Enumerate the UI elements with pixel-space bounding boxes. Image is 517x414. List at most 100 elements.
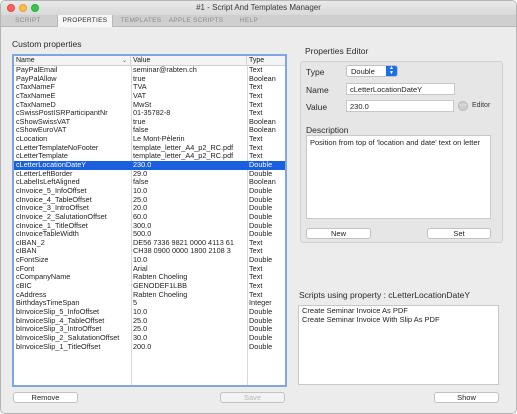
table-row[interactable]: cInvoice_2_SalutationOffset 60.0 Double — [14, 213, 285, 222]
table-cell-value: 500.0 — [133, 230, 152, 239]
table-cell-type: Text — [249, 143, 263, 152]
table-cell-name: bInvoiceSlip_4_TableOffset — [16, 316, 105, 325]
table-row[interactable]: cInvoice_1_TitleOffset 300.0 Double — [14, 222, 285, 231]
value-field[interactable]: 230.0 — [346, 100, 454, 112]
table-cell-type: Text — [249, 152, 263, 161]
table-cell-value: 10.0 — [133, 256, 148, 265]
table-cell-value: 29.0 — [133, 169, 148, 178]
table-row[interactable]: cFontSize 10.0 Double — [14, 256, 285, 265]
table-row[interactable]: PayPalAllow true Boolean — [14, 75, 285, 84]
table-cell-value: GENODEF1LBB — [133, 282, 187, 291]
tab-help[interactable]: HELP — [231, 15, 267, 27]
table-cell-value: MwSt — [133, 100, 152, 109]
table-row[interactable]: cInvoice_4_TableOffset 25.0 Double — [14, 196, 285, 205]
table-row[interactable]: cShowSwissVAT true Boolean — [14, 118, 285, 127]
table-cell-type: Double — [249, 221, 273, 230]
table-cell-value: template_letter_A4_p2_RC.pdf — [133, 152, 234, 161]
table-cell-name: cInvoice_1_TitleOffset — [16, 221, 88, 230]
table-row[interactable]: cSwissPostISRParticipantNr 01-35782-8 Text — [14, 109, 285, 118]
ellipsis-circle-icon[interactable]: ⋯ — [458, 101, 468, 111]
table-cell-name: cInvoice_4_TableOffset — [16, 195, 92, 204]
table-row[interactable]: cCompanyName Rabten Choeling Text — [14, 273, 285, 282]
table-row[interactable]: cLetterTemplate template_letter_A4_p2_RC.… — [14, 152, 285, 161]
table-row[interactable]: bInvoiceSlip_4_TableOffset 25.0 Double — [14, 317, 285, 326]
table-cell-value: DE56 7336 9821 0000 4113 61 — [133, 238, 234, 247]
new-button[interactable]: New — [306, 228, 371, 239]
table-cell-value: Le Mont-Pèlerin — [133, 135, 185, 144]
table-cell-value: VAT — [133, 91, 147, 100]
table-row[interactable]: cLocation Le Mont-Pèlerin Text — [14, 135, 285, 144]
table-row[interactable]: cLetterLeftBorder 29.0 Double — [14, 170, 285, 179]
table-cell-name: bInvoiceSlip_1_TitleOffset — [16, 342, 101, 351]
table-cell-type: Boolean — [249, 117, 276, 126]
table-cell-type: Text — [249, 290, 263, 299]
table-cell-name: cTaxNameE — [16, 91, 56, 100]
table-row[interactable]: bInvoiceSlip_2_SalutationOffset 30.0 Doubl… — [14, 334, 285, 343]
column-header-value[interactable]: Value — [131, 56, 247, 66]
table-row[interactable]: cIBAN_2 DE56 7336 9821 0000 4113 61 Text — [14, 239, 285, 248]
list-item[interactable]: Create Seminar Invoice As PDF — [299, 306, 498, 315]
chevron-down-icon[interactable]: ⌄ — [122, 56, 127, 66]
table-row[interactable]: cLetterLocationDateY 230.0 Double — [14, 161, 285, 170]
table-row[interactable]: BirthdaysTimeSpan 5 Integer — [14, 299, 285, 308]
type-label: Type — [306, 67, 325, 77]
tab-templates[interactable]: TEMPLATES — [117, 15, 165, 27]
table-cell-value: template_letter_A4_p2_RC.pdf — [133, 143, 234, 152]
table-row[interactable]: bInvoiceSlip_1_TitleOffset 200.0 Double — [14, 343, 285, 352]
table-cell-value: 60.0 — [133, 212, 148, 221]
type-select[interactable]: Double ▲ ▼ — [346, 65, 398, 77]
table-body: PayPalEmail seminar@rabten.ch Text PayPalAl… — [14, 66, 285, 351]
table-row[interactable]: cInvoiceTableWidth 500.0 Double — [14, 230, 285, 239]
set-button[interactable]: Set — [427, 228, 491, 239]
properties-table[interactable]: Name ⌄ Value Type PayPalEmail seminar@rab… — [12, 54, 287, 387]
description-field[interactable]: Position from top of 'location and date'… — [306, 135, 491, 219]
table-row[interactable]: cIBAN CH38 0900 0000 1800 2108 3 Text — [14, 247, 285, 256]
table-cell-name: cIBAN — [16, 247, 37, 256]
table-cell-name: cInvoice_5_InfoOffset — [16, 186, 87, 195]
table-cell-value: false — [133, 178, 149, 187]
table-row[interactable]: bInvoiceSlip_5_InfoOffset 10.0 Double — [14, 308, 285, 317]
table-cell-name: cShowSwissVAT — [16, 117, 71, 126]
custom-properties-title: Custom properties — [12, 39, 82, 49]
tab-properties[interactable]: PROPERTIES — [57, 15, 113, 27]
table-cell-value: 10.0 — [133, 307, 148, 316]
table-cell-value: 300.0 — [133, 221, 152, 230]
table-cell-value: 30.0 — [133, 333, 148, 342]
name-field[interactable]: cLetterLocationDateY — [346, 83, 455, 95]
show-button[interactable]: Show — [434, 392, 499, 403]
table-row[interactable]: cLabelIsLeftAligned false Boolean — [14, 178, 285, 187]
table-cell-type: Text — [249, 264, 263, 273]
save-button[interactable]: Save — [220, 392, 285, 403]
table-row[interactable]: cFont Arial Text — [14, 265, 285, 274]
tab-apple-scripts[interactable]: APPLE SCRIPTS — [167, 15, 225, 27]
table-cell-name: cSwissPostISRParticipantNr — [16, 109, 108, 118]
table-cell-type: Double — [249, 333, 273, 342]
table-row[interactable]: cAddress Rabten Choeling Text — [14, 291, 285, 300]
table-row[interactable]: cShowEuroVAT false Boolean — [14, 126, 285, 135]
table-cell-value: TVA — [133, 83, 147, 92]
table-cell-name: cFont — [16, 264, 35, 273]
table-row[interactable]: cBIC GENODEF1LBB Text — [14, 282, 285, 291]
table-row[interactable]: cTaxNameF TVA Text — [14, 83, 285, 92]
table-row[interactable]: cInvoice_3_IntroOffset 20.0 Double — [14, 204, 285, 213]
table-cell-name: cInvoiceTableWidth — [16, 230, 79, 239]
table-row[interactable]: cTaxNameE VAT Text — [14, 92, 285, 101]
scripts-list[interactable]: Create Seminar Invoice As PDF Create Sem… — [298, 305, 499, 385]
column-header-type[interactable]: Type — [247, 56, 285, 66]
table-cell-type: Text — [249, 109, 263, 118]
remove-button[interactable]: Remove — [13, 392, 78, 403]
table-row[interactable]: cInvoice_5_InfoOffset 10.0 Double — [14, 187, 285, 196]
table-cell-type: Text — [249, 100, 263, 109]
table-cell-type: Text — [249, 238, 263, 247]
column-header-name[interactable]: Name — [14, 56, 131, 66]
table-row[interactable]: PayPalEmail seminar@rabten.ch Text — [14, 66, 285, 75]
list-item[interactable]: Create Seminar Invoice With Slip As PDF — [299, 315, 498, 324]
table-cell-type: Double — [249, 212, 273, 221]
editor-label: Editor — [472, 102, 491, 109]
tab-script[interactable]: SCRIPT — [7, 15, 49, 27]
table-row[interactable]: cLetterTemplateNoFooter template_letter_A… — [14, 144, 285, 153]
table-row[interactable]: cTaxNameD MwSt Text — [14, 101, 285, 110]
table-row[interactable]: bInvoiceSlip_3_IntroOffset 25.0 Double — [14, 325, 285, 334]
table-cell-value: 01-35782-8 — [133, 109, 171, 118]
table-cell-name: cTaxNameF — [16, 83, 55, 92]
